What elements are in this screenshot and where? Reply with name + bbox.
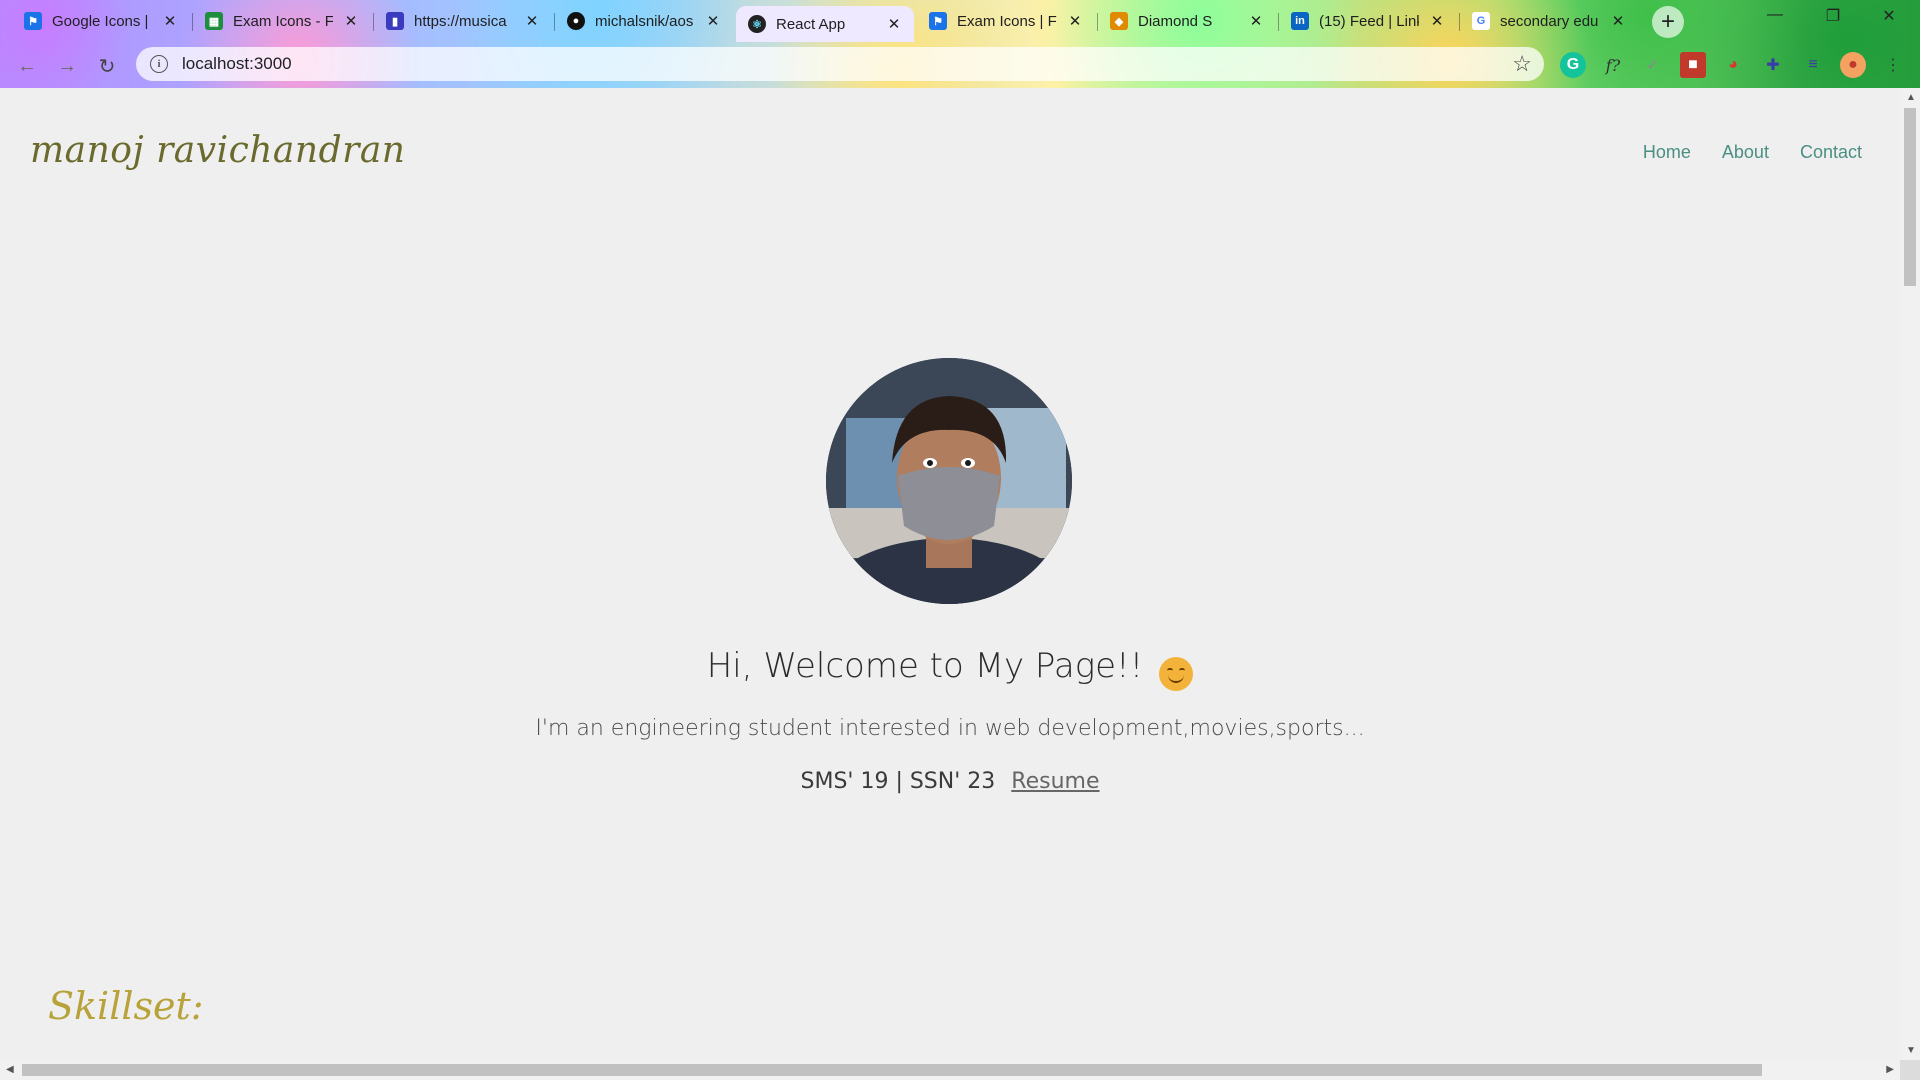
scroll-down-icon[interactable]: ▼ bbox=[1906, 1045, 1916, 1056]
close-icon[interactable]: ✕ bbox=[1429, 12, 1445, 30]
window-close-icon[interactable]: ✕ bbox=[1866, 6, 1912, 26]
close-icon[interactable]: ✕ bbox=[1248, 12, 1264, 30]
close-icon[interactable]: ✕ bbox=[524, 12, 540, 30]
tab-title: Google Icons | bbox=[52, 12, 149, 30]
new-tab-button[interactable]: + bbox=[1652, 6, 1684, 38]
close-icon[interactable]: ✕ bbox=[343, 12, 359, 30]
function-ext-icon[interactable]: f? bbox=[1600, 52, 1626, 78]
flag-icon: ⚑ bbox=[24, 12, 42, 30]
scroll-up-icon[interactable]: ▲ bbox=[1906, 92, 1916, 103]
color-wheel-icon[interactable]: ◕ bbox=[1720, 52, 1746, 78]
nav-contact[interactable]: Contact bbox=[1800, 142, 1862, 163]
menu-dots-icon[interactable]: ⋮ bbox=[1880, 52, 1906, 78]
vertical-scrollbar[interactable]: ▲ ▼ bbox=[1900, 88, 1920, 1060]
tab-musica[interactable]: ▮ https://musica ✕ bbox=[374, 6, 552, 36]
horizontal-scrollbar[interactable]: ◀ ▶ bbox=[0, 1060, 1900, 1080]
address-bar[interactable]: i localhost:3000 ☆ bbox=[136, 47, 1544, 81]
grammarly-icon[interactable]: G bbox=[1560, 52, 1586, 78]
sheets-icon: ▦ bbox=[205, 12, 223, 30]
scrollbar-corner bbox=[1900, 1060, 1920, 1080]
tab-react-app[interactable]: ⚛ React App ✕ bbox=[736, 6, 914, 42]
scroll-left-icon[interactable]: ◀ bbox=[6, 1064, 14, 1075]
github-icon: ● bbox=[567, 12, 585, 30]
tab-title: (15) Feed | Link bbox=[1319, 12, 1419, 30]
diamond-icon: ◆ bbox=[1110, 12, 1128, 30]
linkedin-icon: in bbox=[1291, 12, 1309, 30]
page-viewport: manoj ravichandran Home About Contact Hi… bbox=[0, 88, 1900, 1060]
tab-title: Diamond S bbox=[1138, 12, 1213, 30]
forward-button[interactable]: → bbox=[54, 53, 80, 79]
tab-title: React App bbox=[776, 15, 846, 33]
skillset-heading: Skillset: bbox=[48, 984, 204, 1028]
tab-strip: ⚑ Google Icons | ✕ ▦ Exam Icons - F ✕ ▮ … bbox=[0, 0, 1920, 42]
google-icon: G bbox=[1472, 12, 1490, 30]
tab-title: https://musica bbox=[414, 12, 507, 30]
tab-exam-icons[interactable]: ▦ Exam Icons - F ✕ bbox=[193, 6, 371, 36]
vertical-scroll-thumb[interactable] bbox=[1904, 108, 1916, 286]
tab-diamond[interactable]: ◆ Diamond S ✕ bbox=[1098, 6, 1276, 36]
close-icon[interactable]: ✕ bbox=[162, 12, 178, 30]
nav-about[interactable]: About bbox=[1722, 142, 1769, 163]
education-text: SMS' 19 | SSN' 23 bbox=[800, 769, 996, 794]
extension-icon[interactable]: ■ bbox=[1680, 52, 1706, 78]
info-icon[interactable]: i bbox=[150, 55, 168, 73]
tab-title: secondary edu bbox=[1500, 12, 1599, 30]
tab-exam-icons-2[interactable]: ⚑ Exam Icons | Fi ✕ bbox=[917, 6, 1095, 36]
welcome-heading: Hi, Welcome to My Page!! bbox=[0, 646, 1900, 691]
education-line: SMS' 19 | SSN' 23 Resume bbox=[0, 769, 1900, 794]
close-icon[interactable]: ✕ bbox=[1067, 12, 1083, 30]
url-text[interactable]: localhost:3000 bbox=[182, 54, 292, 74]
nav-home[interactable]: Home bbox=[1643, 142, 1691, 163]
main-nav: Home About Contact bbox=[1643, 142, 1862, 163]
tab-title: Exam Icons - F bbox=[233, 12, 333, 30]
close-icon[interactable]: ✕ bbox=[1610, 12, 1626, 30]
intro-text: I'm an engineering student interested in… bbox=[535, 716, 1365, 741]
welcome-text: Hi, Welcome to My Page!! bbox=[706, 646, 1144, 686]
maximize-icon[interactable]: ❐ bbox=[1810, 6, 1856, 26]
resume-link[interactable]: Resume bbox=[1011, 769, 1099, 794]
tab-google-search[interactable]: G secondary edu ✕ bbox=[1460, 6, 1638, 36]
flag-icon: ⚑ bbox=[929, 12, 947, 30]
profile-avatar-icon[interactable]: ● bbox=[1840, 52, 1866, 78]
react-icon: ⚛ bbox=[748, 15, 766, 33]
horizontal-scroll-thumb[interactable] bbox=[22, 1064, 1762, 1076]
profile-photo bbox=[826, 358, 1072, 604]
back-button[interactable]: ← bbox=[14, 53, 40, 79]
tab-google-icons[interactable]: ⚑ Google Icons | ✕ bbox=[12, 6, 190, 36]
playlist-icon[interactable]: ≡ bbox=[1800, 52, 1826, 78]
close-icon[interactable]: ✕ bbox=[886, 15, 902, 33]
brand-name[interactable]: manoj ravichandran bbox=[30, 130, 406, 171]
reload-button[interactable]: ↻ bbox=[94, 53, 120, 79]
scroll-right-icon[interactable]: ▶ bbox=[1886, 1064, 1894, 1075]
close-icon[interactable]: ✕ bbox=[705, 12, 721, 30]
bookmark-star-icon[interactable]: ☆ bbox=[1512, 51, 1532, 77]
smiley-emoji-icon bbox=[1159, 656, 1194, 691]
minimize-icon[interactable]: — bbox=[1752, 6, 1798, 24]
tab-github-aos[interactable]: ● michalsnik/aos ✕ bbox=[555, 6, 733, 36]
check-icon[interactable]: ✓ bbox=[1640, 52, 1666, 78]
tab-title: michalsnik/aos bbox=[595, 12, 694, 30]
tab-linkedin[interactable]: in (15) Feed | Link ✕ bbox=[1279, 6, 1457, 36]
puzzle-icon[interactable]: ✚ bbox=[1760, 52, 1786, 78]
tab-title: Exam Icons | Fi bbox=[957, 12, 1057, 30]
chart-icon: ▮ bbox=[386, 12, 404, 30]
